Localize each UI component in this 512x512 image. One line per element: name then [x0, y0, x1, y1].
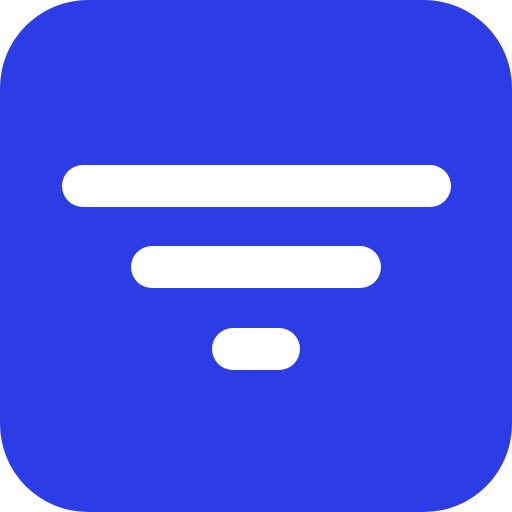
filter-line-bottom — [212, 328, 300, 370]
filter-line-top — [62, 165, 451, 207]
filter-icon[interactable] — [0, 0, 512, 512]
filter-line-middle — [131, 246, 381, 288]
